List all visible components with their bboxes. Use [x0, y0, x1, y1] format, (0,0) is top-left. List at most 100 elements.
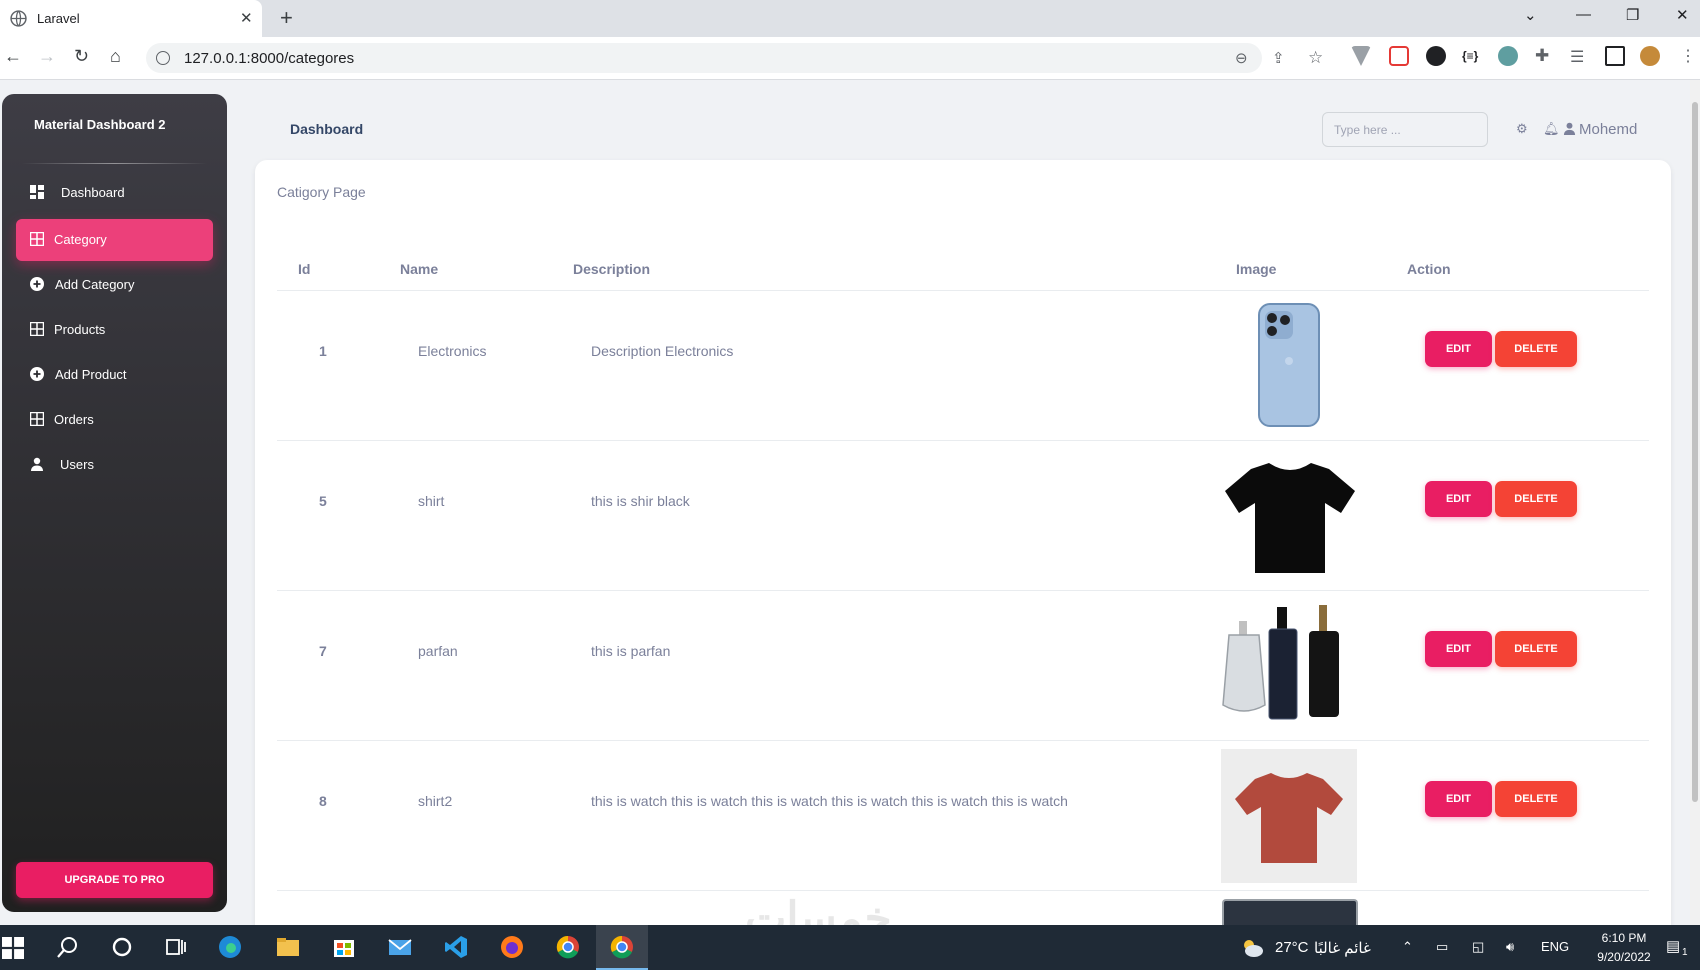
file-explorer-icon[interactable] — [276, 935, 300, 959]
sidebar-item-add-product[interactable]: Add Product — [16, 354, 213, 396]
table-row: 7 parfan this is parfan EDIT DELETE — [277, 591, 1649, 741]
cell-name: shirt — [418, 493, 445, 509]
scrollbar[interactable] — [1690, 80, 1700, 925]
edit-button[interactable]: EDIT — [1425, 481, 1492, 517]
delete-button[interactable]: DELETE — [1495, 631, 1577, 667]
restore-icon[interactable]: ❐ — [1626, 6, 1639, 24]
windows-start-icon[interactable] — [2, 937, 24, 959]
sidebar-item-dashboard[interactable]: Dashboard — [16, 172, 213, 214]
chevron-up-icon[interactable]: ⌃ — [1402, 939, 1413, 955]
cell-description: this is parfan — [591, 643, 671, 659]
firefox-icon[interactable] — [500, 935, 524, 959]
back-icon[interactable]: ← — [4, 46, 22, 67]
more-menu-icon[interactable]: ⋮ — [1680, 46, 1696, 66]
weather-temperature[interactable]: 27°C — [1275, 939, 1309, 956]
close-icon[interactable]: ✕ — [240, 9, 253, 27]
edit-button[interactable]: EDIT — [1425, 631, 1492, 667]
forward-icon[interactable]: → — [38, 46, 56, 67]
new-tab-icon[interactable]: + — [280, 5, 293, 31]
sidebar-item-users[interactable]: Users — [16, 444, 213, 486]
taskbar-active-app[interactable] — [596, 925, 648, 970]
site-info-icon[interactable] — [156, 51, 170, 65]
sidebar-item-category[interactable]: Category — [16, 219, 213, 261]
category-card: Catigory Page Id Name Description Image … — [255, 160, 1671, 940]
cell-description: Description Electronics — [591, 343, 734, 359]
clock[interactable]: 6:10 PM 9/20/2022 — [1582, 929, 1666, 967]
search-icon[interactable] — [56, 935, 80, 959]
zoom-icon[interactable]: ⊖ — [1235, 49, 1248, 67]
cortana-icon[interactable] — [110, 935, 134, 959]
extensions-puzzle-icon[interactable]: ✚ — [1535, 46, 1549, 66]
side-panel-icon[interactable] — [1605, 46, 1625, 66]
edit-button[interactable]: EDIT — [1425, 331, 1492, 367]
network-icon[interactable]: ◱ — [1472, 939, 1484, 955]
sidebar-item-products[interactable]: Products — [16, 309, 213, 351]
window-close-icon[interactable]: ✕ — [1676, 6, 1689, 24]
sidebar-item-label: Orders — [54, 412, 94, 427]
extension-globe-icon[interactable] — [1498, 46, 1518, 66]
address-bar[interactable]: 127.0.0.1:8000/categores ⊖ — [146, 43, 1262, 73]
grid-icon — [30, 232, 44, 246]
weather-cloud-icon[interactable] — [1240, 936, 1264, 960]
table-row: 8 shirt2 this is watch this is watch thi… — [277, 741, 1649, 891]
sidebar: Material Dashboard 2 Dashboard Category … — [2, 94, 227, 912]
globe-icon — [10, 10, 27, 27]
search-input[interactable] — [1322, 112, 1488, 147]
user-icon[interactable] — [1563, 122, 1576, 135]
delete-button[interactable]: DELETE — [1495, 781, 1577, 817]
notification-icon[interactable]: ▤ — [1666, 937, 1680, 955]
reading-list-icon[interactable]: ☰ — [1570, 47, 1584, 67]
brand-title[interactable]: Material Dashboard 2 — [34, 117, 166, 132]
cell-description: this is shir black — [591, 493, 690, 509]
column-header-name: Name — [400, 261, 439, 277]
task-view-icon[interactable] — [164, 935, 188, 959]
chrome-icon — [610, 935, 633, 959]
phone-image — [1258, 303, 1320, 427]
chrome-icon[interactable] — [556, 935, 580, 959]
sidebar-item-label: Users — [60, 457, 94, 472]
extension-json-icon[interactable]: {≡} — [1462, 49, 1478, 63]
divider — [22, 163, 207, 164]
user-name[interactable]: Mohemd — [1579, 121, 1637, 138]
minimize-icon[interactable]: — — [1576, 6, 1591, 23]
delete-button[interactable]: DELETE — [1495, 331, 1577, 367]
bookmark-star-icon[interactable]: ☆ — [1308, 48, 1323, 68]
language-indicator[interactable]: ENG — [1541, 939, 1569, 954]
bell-icon[interactable]: 🔔︎ — [1543, 121, 1560, 137]
battery-icon[interactable]: ▭ — [1436, 939, 1448, 955]
reload-icon[interactable]: ↻ — [74, 46, 89, 67]
upgrade-button[interactable]: UPGRADE TO PRO — [16, 862, 213, 898]
store-icon[interactable] — [332, 935, 356, 959]
page-title: Dashboard — [290, 121, 364, 137]
weather-description[interactable]: غائم غالبًا — [1314, 939, 1371, 957]
extension-circle-icon[interactable] — [1426, 46, 1446, 66]
edge-icon[interactable] — [218, 935, 242, 959]
column-header-id: Id — [298, 261, 311, 277]
gear-icon[interactable]: ⚙ — [1516, 121, 1528, 137]
cell-id: 8 — [319, 793, 327, 809]
volume-icon[interactable]: 🔊︎ — [1506, 939, 1514, 955]
extension-upload-icon[interactable] — [1389, 46, 1409, 66]
cell-description: this is watch this is watch this is watc… — [591, 793, 1068, 809]
taskbar: 27°C غائم غالبًا ⌃ ▭ ◱ 🔊︎ ENG 6:10 PM 9/… — [0, 925, 1700, 970]
share-icon[interactable]: ⇪ — [1272, 49, 1285, 67]
user-icon — [31, 457, 43, 471]
sidebar-item-add-category[interactable]: Add Category — [16, 264, 213, 306]
vscode-icon[interactable] — [444, 935, 468, 959]
home-icon[interactable]: ⌂ — [110, 46, 121, 67]
sidebar-item-label: Products — [54, 322, 106, 337]
grid-icon — [30, 322, 44, 336]
profile-avatar[interactable] — [1640, 46, 1660, 66]
url-text[interactable]: 127.0.0.1:8000/categores — [184, 50, 354, 67]
extension-v-icon[interactable] — [1351, 46, 1371, 66]
chevron-down-icon[interactable]: ⌄ — [1524, 6, 1537, 24]
mail-icon[interactable] — [388, 935, 412, 959]
sidebar-item-orders[interactable]: Orders — [16, 399, 213, 441]
cell-name: parfan — [418, 643, 458, 659]
dashboard-icon — [30, 185, 44, 199]
browser-tab[interactable]: Laravel ✕ — [0, 0, 262, 37]
plus-circle-icon — [30, 277, 44, 291]
edit-button[interactable]: EDIT — [1425, 781, 1492, 817]
scrollbar-thumb[interactable] — [1692, 102, 1698, 802]
delete-button[interactable]: DELETE — [1495, 481, 1577, 517]
